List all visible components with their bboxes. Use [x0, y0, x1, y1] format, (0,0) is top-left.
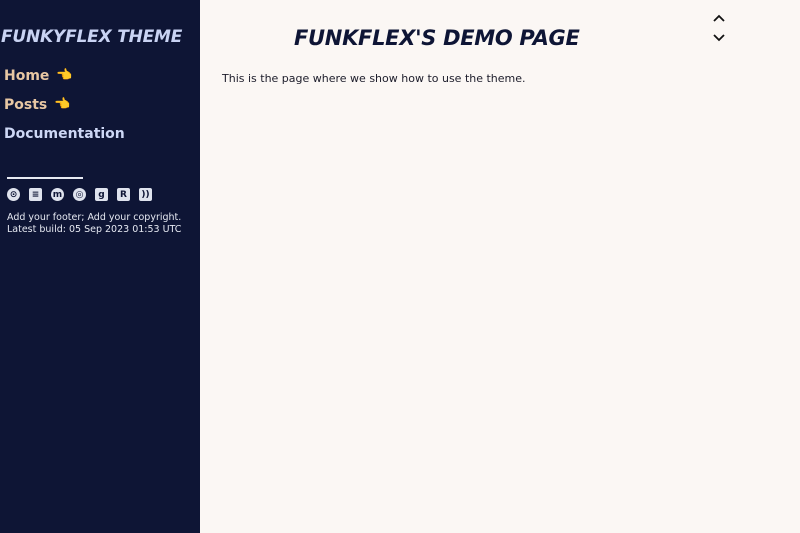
scroll-up-icon[interactable]: [712, 11, 726, 25]
footer-build-date: Latest build: 05 Sep 2023 01:53 UTC: [7, 224, 182, 235]
github-icon[interactable]: ⊙: [7, 188, 20, 201]
orcid-icon[interactable]: ◎: [73, 188, 86, 201]
scroll-down-icon[interactable]: [712, 31, 726, 45]
sidebar: FUNKYFLEX THEME Home 👈 Posts 👈 Documenta…: [0, 0, 200, 533]
main-content: FUNKFLEX'S DEMO PAGE This is the page wh…: [200, 0, 800, 533]
researchgate-icon[interactable]: R: [117, 188, 130, 201]
sidebar-nav: Home 👈 Posts 👈 Documentation: [4, 61, 125, 148]
pointing-hand-icon: 👈: [56, 68, 73, 83]
nav-item-posts[interactable]: Posts 👈: [4, 90, 125, 119]
nav-item-home[interactable]: Home 👈: [4, 61, 125, 90]
sidebar-footer: Add your footer; Add your copyright. Lat…: [7, 212, 181, 236]
nav-item-label: Documentation: [4, 125, 125, 142]
sidebar-divider: [7, 177, 83, 179]
stackoverflow-icon[interactable]: ≡: [29, 188, 42, 201]
google-scholar-icon[interactable]: g: [95, 188, 108, 201]
social-links: ⊙ ≡ m ◎ g R )): [7, 188, 152, 201]
pointing-hand-icon: 👈: [54, 97, 71, 112]
intro-text: This is the page where we show how to us…: [222, 72, 526, 85]
nav-item-documentation[interactable]: Documentation: [4, 119, 125, 148]
nav-item-label: Home: [4, 67, 50, 84]
footer-copyright: Add your footer; Add your copyright.: [7, 212, 182, 223]
rss-icon[interactable]: )): [139, 188, 152, 201]
mastodon-icon[interactable]: m: [51, 188, 64, 201]
nav-item-label: Posts: [4, 96, 48, 113]
page-title: FUNKFLEX'S DEMO PAGE: [294, 26, 580, 50]
site-title[interactable]: FUNKYFLEX THEME: [1, 27, 182, 47]
